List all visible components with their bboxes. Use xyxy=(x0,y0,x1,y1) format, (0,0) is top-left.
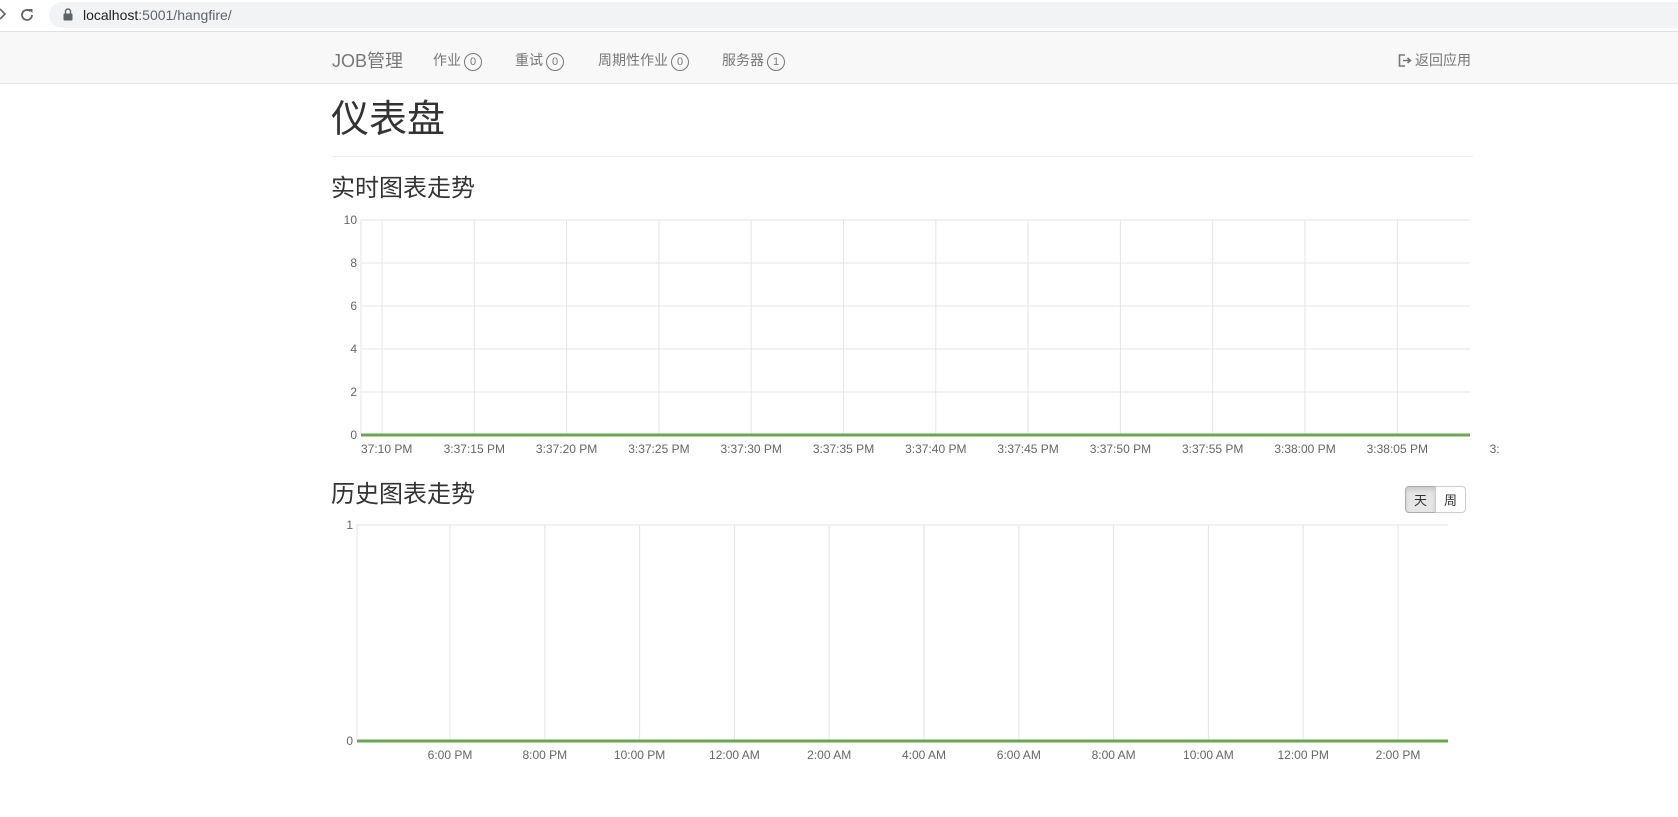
navbar: JOB管理 作业 0 重试 0 周期性作业 0 服务器 1 返回应用 xyxy=(0,32,1678,84)
y-tick-label: 1 xyxy=(346,518,353,532)
y-tick-label: 2 xyxy=(350,385,357,399)
x-tick-label: 3:37:45 PM xyxy=(997,442,1058,456)
x-tick-label: 3: xyxy=(1490,442,1500,456)
x-tick-label: 8:00 PM xyxy=(522,748,567,762)
nav-item-jobs[interactable]: 作业 0 xyxy=(433,50,482,71)
y-tick-label: 0 xyxy=(346,734,353,748)
address-bar[interactable]: localhost:5001/hangfire/ xyxy=(49,2,1678,28)
history-chart-title: 历史图表走势 xyxy=(331,481,475,508)
x-tick-label: 10:00 AM xyxy=(1183,748,1234,762)
x-tick-label: 3:38:00 PM xyxy=(1274,442,1335,456)
week-range-button[interactable]: 周 xyxy=(1435,486,1467,513)
lock-icon xyxy=(63,8,73,21)
y-tick-label: 6 xyxy=(350,299,357,313)
x-tick-label: 4:00 AM xyxy=(902,748,946,762)
url-host: localhost xyxy=(83,7,139,23)
y-tick-label: 8 xyxy=(350,256,357,270)
x-tick-label: 2:00 PM xyxy=(1376,748,1421,762)
url-path: :5001/hangfire/ xyxy=(138,7,232,23)
nav-item-servers[interactable]: 服务器 1 xyxy=(722,50,785,71)
count-badge: 0 xyxy=(464,53,482,71)
x-tick-label: 12:00 PM xyxy=(1278,748,1329,762)
x-tick-label: 8:00 AM xyxy=(1092,748,1136,762)
page-title: 仪表盘 xyxy=(331,99,446,141)
nav-item-label: 作业 xyxy=(433,52,461,68)
x-tick-label: 2:00 AM xyxy=(807,748,851,762)
y-tick-label: 10 xyxy=(344,213,358,227)
url-text[interactable]: localhost:5001/hangfire/ xyxy=(83,7,232,23)
realtime-chart-title: 实时图表走势 xyxy=(331,175,475,202)
nav-item-recurring-jobs[interactable]: 周期性作业 0 xyxy=(598,50,689,71)
count-badge: 0 xyxy=(671,53,689,71)
x-tick-label: 3:37:30 PM xyxy=(721,442,782,456)
x-tick-label: 12:00 AM xyxy=(709,748,760,762)
back-to-app-label: 返回应用 xyxy=(1415,52,1471,68)
x-tick-label: 3:37:20 PM xyxy=(536,442,597,456)
x-tick-label: 3:37:35 PM xyxy=(813,442,874,456)
x-tick-label: 3:37:55 PM xyxy=(1182,442,1243,456)
title-divider xyxy=(332,156,1473,157)
nav-item-retries[interactable]: 重试 0 xyxy=(515,50,564,71)
x-tick-label: 3:37:15 PM xyxy=(444,442,505,456)
count-badge: 1 xyxy=(767,53,785,71)
nav-item-label: 周期性作业 xyxy=(598,52,668,68)
count-badge: 0 xyxy=(546,53,564,71)
x-tick-label: 37:10 PM xyxy=(361,442,412,456)
x-tick-label: 3:37:50 PM xyxy=(1090,442,1151,456)
browser-toolbar: localhost:5001/hangfire/ xyxy=(0,0,1678,32)
x-tick-label: 3:37:40 PM xyxy=(905,442,966,456)
day-range-button[interactable]: 天 xyxy=(1405,486,1437,513)
x-tick-label: 6:00 PM xyxy=(428,748,473,762)
back-to-app-link[interactable]: 返回应用 xyxy=(1398,50,1471,70)
y-tick-label: 0 xyxy=(350,428,357,442)
y-tick-label: 4 xyxy=(350,342,357,356)
history-range-toggle: 天 周 xyxy=(1405,486,1467,515)
x-tick-label: 3:37:25 PM xyxy=(628,442,689,456)
x-tick-label: 10:00 PM xyxy=(614,748,665,762)
realtime-chart: 024681037:10 PM 3:37:15 PM 3:37:20 PM 3:37:… xyxy=(344,213,1500,762)
sign-out-icon xyxy=(1398,54,1412,67)
x-tick-label: 3:38:05 PM xyxy=(1367,442,1428,456)
forward-arrow-icon[interactable] xyxy=(0,7,6,21)
reload-icon[interactable] xyxy=(18,6,36,24)
nav-item-label: 重试 xyxy=(515,52,543,68)
x-tick-label: 6:00 AM xyxy=(997,748,1041,762)
navbar-brand[interactable]: JOB管理 xyxy=(332,47,403,73)
nav-item-label: 服务器 xyxy=(722,52,764,68)
